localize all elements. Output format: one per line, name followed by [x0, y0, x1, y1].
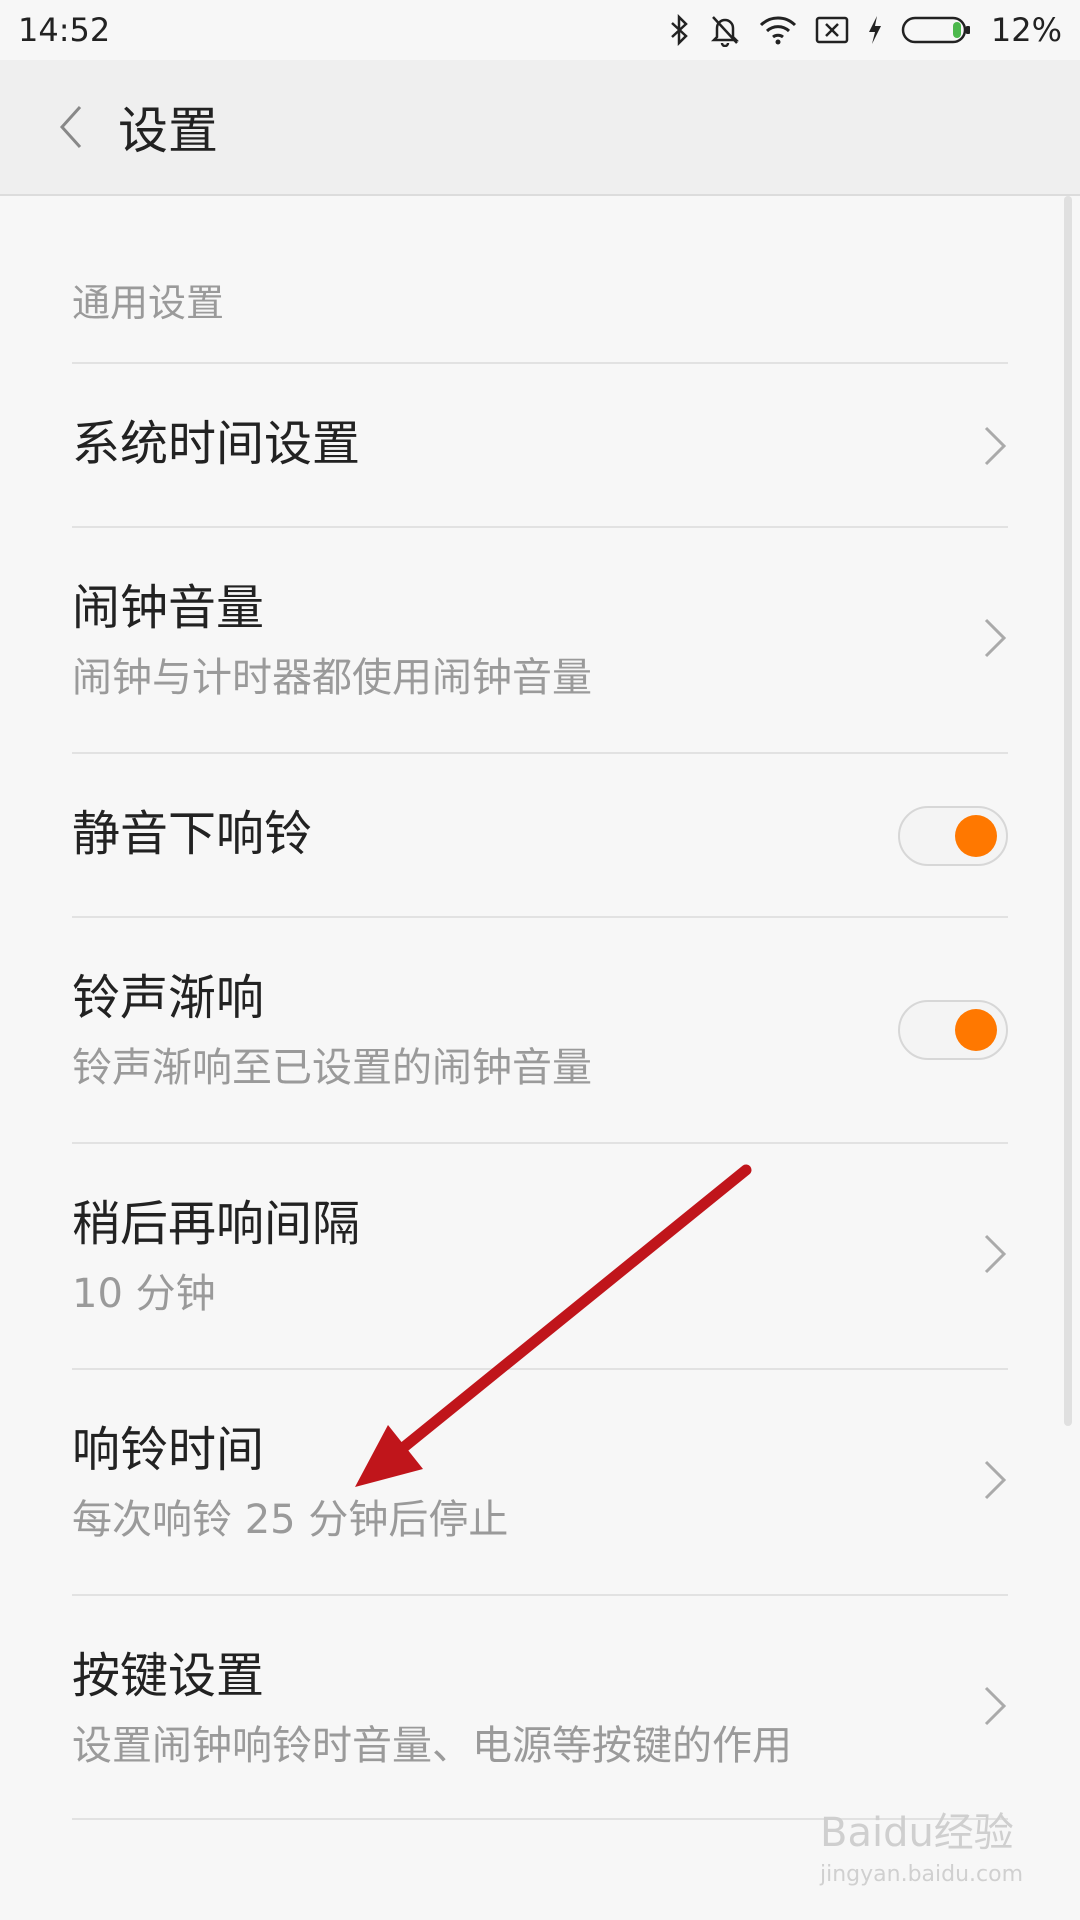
no-sim-icon — [815, 16, 849, 44]
watermark-brand: Baidu经验 — [820, 1810, 1014, 1856]
row-subtitle: 闹钟与计时器都使用闹钟音量 — [72, 655, 592, 701]
watermark-url: jingyan.baidu.com — [820, 1862, 1024, 1887]
row-title: 铃声渐响 — [72, 970, 265, 1026]
row-snooze-interval[interactable]: 稍后再响间隔 10 分钟 — [72, 1142, 1008, 1368]
chevron-right-icon — [984, 1686, 1007, 1726]
row-subtitle: 10 分钟 — [72, 1271, 216, 1317]
status-time: 14:52 — [18, 11, 111, 49]
status-bar: 14:52 12% — [0, 0, 1080, 60]
row-title: 系统时间设置 — [72, 416, 361, 472]
status-icons: 12% — [669, 11, 1062, 49]
row-title: 按键设置 — [72, 1648, 265, 1704]
page-title: 设置 — [118, 102, 218, 160]
row-title: 稍后再响间隔 — [72, 1196, 361, 1252]
bell-muted-icon — [710, 16, 739, 47]
ring-when-silent-toggle[interactable] — [898, 806, 1008, 866]
row-alarm-volume[interactable]: 闹钟音量 闹钟与计时器都使用闹钟音量 — [72, 526, 1008, 752]
row-system-time[interactable]: 系统时间设置 — [72, 362, 1008, 526]
row-subtitle: 铃声渐响至已设置的闹钟音量 — [72, 1045, 592, 1091]
battery-icon — [901, 16, 970, 44]
settings-list: 通用设置 系统时间设置 闹钟音量 闹钟与计时器都使用闹钟音量 静音下响铃 铃声渐… — [0, 196, 1080, 1820]
chevron-right-icon — [984, 1460, 1007, 1500]
row-title: 响铃时间 — [72, 1422, 265, 1478]
scrollbar[interactable] — [1064, 196, 1072, 1426]
chevron-right-icon — [984, 618, 1007, 658]
title-bar: 设置 — [0, 60, 1080, 196]
back-button[interactable] — [40, 97, 100, 157]
chevron-right-icon — [984, 1234, 1007, 1274]
row-ring-duration[interactable]: 响铃时间 每次响铃 25 分钟后停止 — [72, 1368, 1008, 1594]
row-subtitle: 设置闹钟响铃时音量、电源等按键的作用 — [72, 1723, 792, 1769]
row-title: 闹钟音量 — [72, 580, 265, 636]
toggle-knob — [955, 815, 997, 857]
baidu-watermark: Baidu经验 jingyan.baidu.com — [820, 1800, 1060, 1900]
wifi-icon — [759, 16, 796, 45]
row-button-settings[interactable]: 按键设置 设置闹钟响铃时音量、电源等按键的作用 — [72, 1594, 1008, 1820]
charging-bolt-icon — [868, 16, 881, 44]
gradual-ring-toggle[interactable] — [898, 1000, 1008, 1060]
battery-percent: 12% — [990, 11, 1062, 49]
chevron-left-icon — [59, 105, 82, 149]
toggle-knob — [955, 1009, 997, 1051]
bluetooth-icon — [671, 14, 688, 46]
row-ring-when-silent: 静音下响铃 — [72, 752, 1008, 916]
row-gradual-ring: 铃声渐响 铃声渐响至已设置的闹钟音量 — [72, 916, 1008, 1142]
row-subtitle: 每次响铃 25 分钟后停止 — [72, 1497, 509, 1543]
row-title: 静音下响铃 — [72, 806, 313, 862]
chevron-right-icon — [984, 426, 1007, 466]
section-header: 通用设置 — [72, 281, 225, 325]
